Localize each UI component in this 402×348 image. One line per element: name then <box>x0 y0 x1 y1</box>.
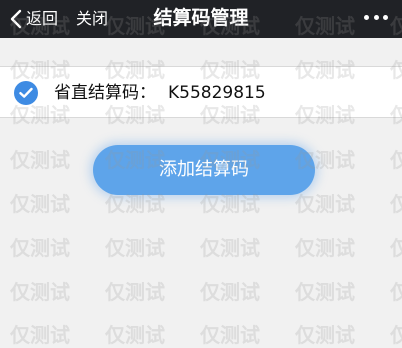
watermark-text: 仅测试 <box>390 148 402 172</box>
watermark-text: 仅测试 <box>105 323 165 347</box>
watermark-text: 仅测试 <box>105 280 165 304</box>
watermark-text: 仅测试 <box>10 280 70 304</box>
watermark-text: 仅测试 <box>295 192 355 216</box>
watermark-text: 仅测试 <box>10 323 70 347</box>
watermark-text: 仅测试 <box>10 236 70 260</box>
more-dots-icon[interactable] <box>364 11 388 23</box>
watermark-text: 仅测试 <box>390 192 402 216</box>
watermark-text: 仅测试 <box>390 280 402 304</box>
back-label: 返回 <box>26 9 59 28</box>
watermark-text: 仅测试 <box>200 236 260 260</box>
watermark-text: 仅测试 <box>10 192 70 216</box>
settlement-code-value: K55829815 <box>168 83 266 103</box>
settlement-code-label: 省直结算码： <box>54 83 156 103</box>
watermark-text: 仅测试 <box>390 323 402 347</box>
watermark-text: 仅测试 <box>295 323 355 347</box>
page-title: 结算码管理 <box>153 7 249 29</box>
settlement-code-text: 省直结算码： K55829815 <box>54 81 266 105</box>
back-button[interactable]: 返回 <box>10 7 58 31</box>
settlement-code-row[interactable]: 省直结算码： K55829815 <box>0 66 402 118</box>
watermark-text: 仅测试 <box>390 236 402 260</box>
watermark-text: 仅测试 <box>200 280 260 304</box>
close-button[interactable]: 关闭 <box>76 7 108 31</box>
add-settlement-code-button[interactable]: 添加结算码 <box>93 145 315 195</box>
watermark-text: 仅测试 <box>295 236 355 260</box>
watermark-text: 仅测试 <box>10 148 70 172</box>
watermark-text: 仅测试 <box>105 236 165 260</box>
navigation-bar: 返回 关闭 结算码管理 <box>0 0 402 38</box>
checkmark-circle-icon[interactable] <box>14 81 38 105</box>
chevron-left-icon <box>10 9 22 29</box>
watermark-text: 仅测试 <box>295 280 355 304</box>
watermark-text: 仅测试 <box>200 323 260 347</box>
